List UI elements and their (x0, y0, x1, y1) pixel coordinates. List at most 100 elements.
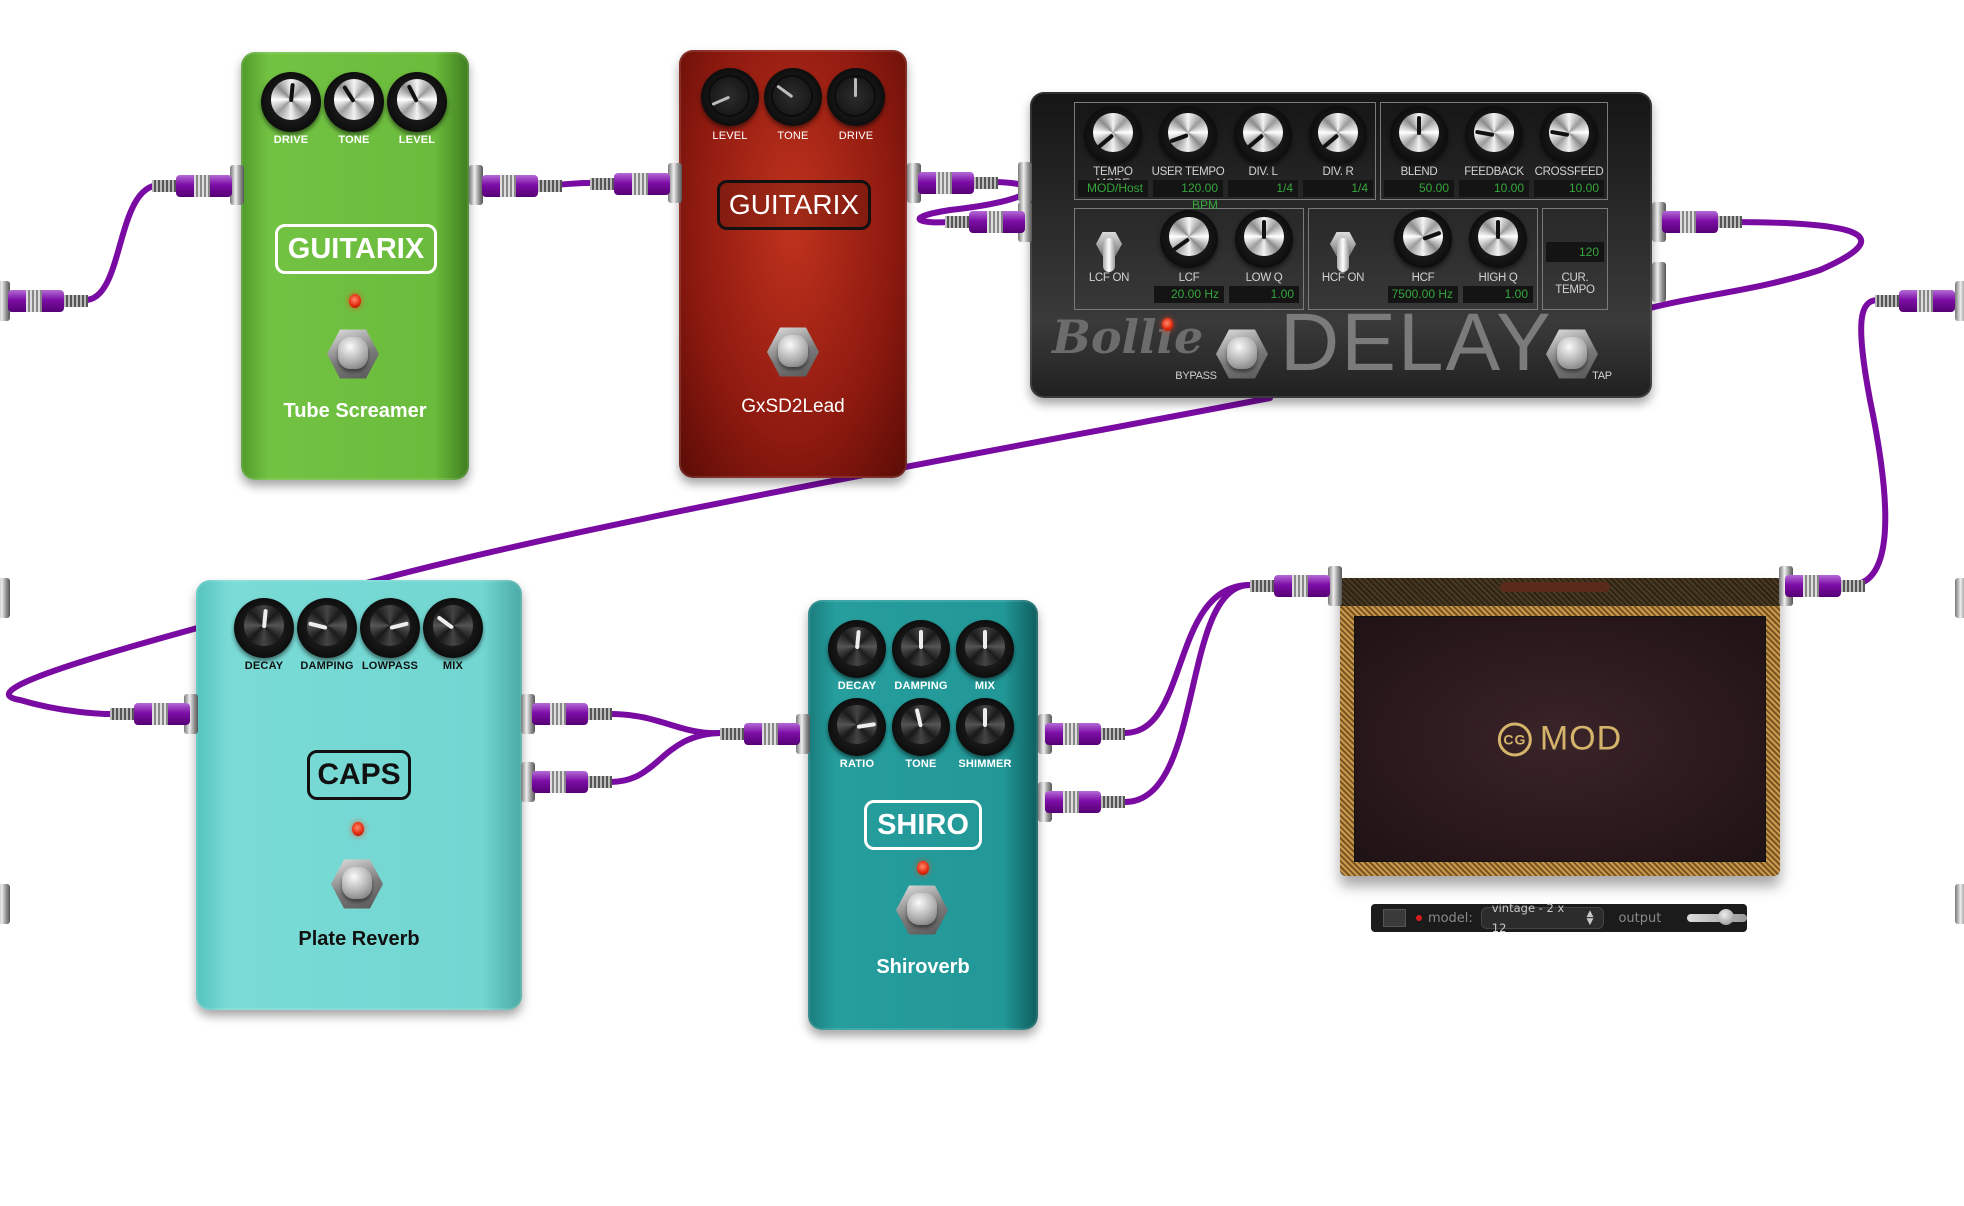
cable-plug[interactable] (152, 175, 232, 197)
param-value[interactable]: 10.00 (1459, 180, 1529, 197)
param-value[interactable]: 50.00 (1384, 180, 1454, 197)
cable-plug[interactable] (590, 173, 670, 195)
plugin-name: DELAY (1280, 297, 1553, 388)
system-capture-jack-2[interactable] (0, 578, 10, 618)
output-jack[interactable] (469, 165, 483, 205)
cable-shiroverb-out2-to-cab[interactable] (1122, 582, 1253, 805)
system-playback-jack-2[interactable] (1955, 578, 1964, 618)
status-led (1162, 318, 1173, 331)
param-label: HCF ON (1321, 272, 1365, 284)
knob-tone[interactable] (324, 72, 384, 132)
system-capture-jack-3[interactable] (0, 884, 10, 924)
knob-level[interactable] (701, 68, 759, 126)
cable-plug[interactable] (1045, 791, 1125, 813)
knob-user-tempo[interactable] (1159, 106, 1217, 164)
plugin-name: Plate Reverb (298, 928, 420, 950)
knob-feedback[interactable] (1465, 106, 1523, 164)
cable-plug[interactable] (1785, 575, 1865, 597)
cable-plug[interactable] (1045, 723, 1125, 745)
brand-logo: Bollie (1052, 310, 1204, 364)
cable-plug[interactable] (8, 290, 88, 312)
cabinet-input-jack[interactable] (1328, 566, 1342, 606)
knob-drive[interactable] (261, 72, 321, 132)
cable-plate-out2-to-shiroverb[interactable] (607, 730, 723, 785)
knob-decay[interactable] (828, 620, 886, 678)
knob-decay[interactable] (234, 598, 294, 658)
cable-cab-return-right[interactable] (1847, 297, 1889, 588)
bypass-footswitch[interactable] (1216, 328, 1268, 380)
status-led (352, 822, 364, 836)
bypass-footswitch[interactable] (767, 326, 819, 378)
param-label: DIV. R (1322, 166, 1354, 178)
bypass-footswitch[interactable] (331, 858, 383, 910)
param-label: BLEND (1400, 166, 1438, 178)
knob-tempo-mode[interactable] (1084, 106, 1142, 164)
bypass-footswitch[interactable] (896, 884, 948, 936)
param-label: CROSSFEED (1534, 166, 1604, 178)
cable-plug[interactable] (482, 175, 562, 197)
param-value[interactable]: MOD/Host (1078, 180, 1148, 197)
system-playback-jack-1[interactable] (1955, 281, 1964, 321)
knob-high-q[interactable] (1469, 210, 1527, 268)
knob-crossfeed[interactable] (1540, 106, 1598, 164)
model-select[interactable]: vintage - 2 x 12 ▲ ▼ (1480, 901, 1605, 935)
knob-ratio[interactable] (828, 698, 886, 756)
param-value[interactable]: 120.00 BPM (1153, 180, 1223, 212)
output-jack-2[interactable] (1652, 262, 1666, 302)
param-value[interactable]: 10.00 (1534, 180, 1604, 197)
knob-tone[interactable] (892, 698, 950, 756)
param-value[interactable]: 1/4 (1303, 180, 1373, 197)
knob-damping[interactable] (297, 598, 357, 658)
pedal-plate-reverb[interactable]: DECAY DAMPING LOWPASS MIX CAPS Plate Rev… (196, 580, 522, 1010)
bypass-footswitch[interactable] (327, 328, 379, 380)
cabinet-simulator[interactable]: CG MOD (1340, 578, 1780, 876)
pedal-tube-screamer[interactable]: DRIVE TONE LEVEL GUITARIX Tube Screamer (241, 52, 469, 480)
knob-tone[interactable] (764, 68, 822, 126)
input-jack[interactable] (230, 165, 244, 205)
cable-plug[interactable] (945, 211, 1025, 233)
cable-delay-out1-to-cab[interactable] (1647, 219, 1865, 311)
plugin-name: Tube Screamer (283, 400, 427, 422)
cable-plug[interactable] (532, 703, 612, 725)
knob-div-r[interactable] (1309, 106, 1367, 164)
knob-low-q[interactable] (1235, 210, 1293, 268)
cable-plug[interactable] (1662, 211, 1742, 233)
cable-plug[interactable] (110, 703, 190, 725)
knob-mix[interactable] (423, 598, 483, 658)
input-jack-1[interactable] (1018, 162, 1032, 202)
knob-drive[interactable] (827, 68, 885, 126)
cable-input-to-tube-screamer[interactable] (82, 182, 163, 303)
pedal-shiroverb[interactable]: DECAY DAMPING MIX RATIO TONE SHIMMER SHI… (808, 600, 1038, 1030)
knob-label: DRIVE (273, 134, 309, 146)
knob-level[interactable] (387, 72, 447, 132)
cable-plug[interactable] (1875, 290, 1955, 312)
output-slider[interactable] (1687, 909, 1747, 925)
knob-label: RATIO (839, 758, 875, 770)
mod-logo-text: MOD (1539, 719, 1623, 758)
knob-hcf[interactable] (1394, 210, 1452, 268)
cable-plug[interactable] (1250, 575, 1330, 597)
mod-logo: CG MOD (1497, 719, 1623, 759)
knob-lcf[interactable] (1160, 210, 1218, 268)
param-value[interactable]: 20.00 Hz (1154, 286, 1224, 303)
knob-lowpass[interactable] (360, 598, 420, 658)
param-value[interactable]: 1/4 (1228, 180, 1298, 197)
cable-plate-out1-to-shiroverb[interactable] (607, 711, 723, 737)
input-jack[interactable] (668, 163, 682, 203)
cable-plug[interactable] (720, 723, 800, 745)
knob-shimmer[interactable] (956, 698, 1014, 756)
output-slider-thumb[interactable] (1717, 909, 1734, 925)
cable-plug[interactable] (918, 172, 998, 194)
status-led (917, 861, 929, 875)
power-switch-icon[interactable] (1383, 909, 1407, 927)
knob-div-l[interactable] (1234, 106, 1292, 164)
system-playback-jack-3[interactable] (1955, 884, 1964, 924)
knob-blend[interactable] (1390, 106, 1448, 164)
param-label: HCF (1411, 272, 1435, 284)
knob-damping[interactable] (892, 620, 950, 678)
plugin-name: Shiroverb (876, 956, 970, 978)
pedal-gxsd2lead[interactable]: LEVEL TONE DRIVE GUITARIX GxSD2Lead (679, 50, 907, 478)
pedal-bollie-delay[interactable]: TEMPO MODE USER TEMPO DIV. L DIV. R MOD/… (1030, 92, 1652, 398)
knob-mix[interactable] (956, 620, 1014, 678)
cable-plug[interactable] (532, 771, 612, 793)
